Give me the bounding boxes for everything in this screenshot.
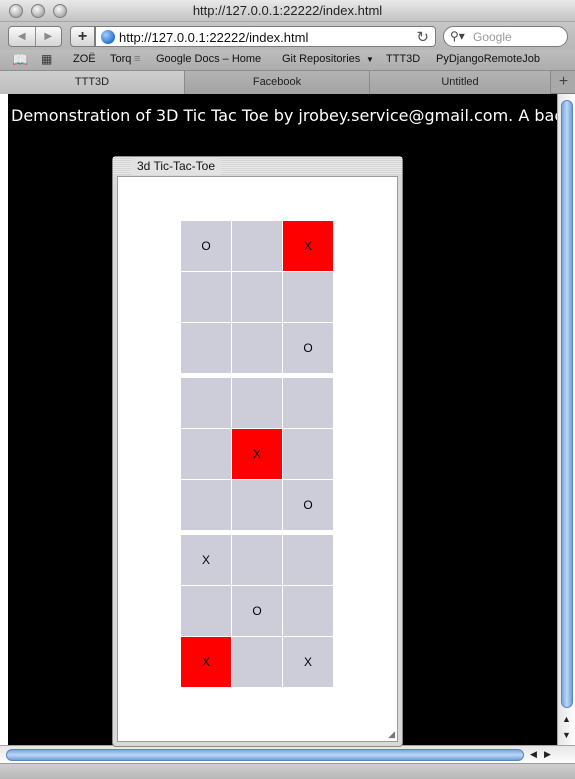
- address-bar[interactable]: http://127.0.0.1:22222/index.html ↻: [95, 26, 436, 47]
- back-button[interactable]: ◀: [9, 27, 36, 46]
- board-level-2: XO: [181, 378, 335, 530]
- board-cell[interactable]: O: [181, 221, 231, 271]
- board-cell[interactable]: [232, 378, 282, 428]
- chevron-down-icon: ▼: [366, 55, 374, 64]
- tab-ttt3d[interactable]: TTT3D: [0, 71, 185, 94]
- board-cell[interactable]: X: [232, 429, 282, 479]
- status-bar: [0, 763, 575, 779]
- tab-bar: TTT3D Facebook Untitled +: [0, 70, 575, 94]
- tab-facebook[interactable]: Facebook: [185, 71, 370, 94]
- forward-button[interactable]: ▶: [36, 27, 62, 46]
- board-cell[interactable]: [232, 480, 282, 530]
- search-input[interactable]: ⚲▾ Google: [443, 26, 568, 47]
- board-cell[interactable]: [181, 586, 231, 636]
- horizontal-scrollbar[interactable]: ◀ ▶: [0, 745, 575, 763]
- search-icon: ⚲▾: [450, 29, 465, 43]
- board-cell[interactable]: O: [283, 480, 333, 530]
- frame-title: 3d Tic-Tac-Toe: [131, 157, 222, 175]
- board-cell[interactable]: [232, 272, 282, 322]
- url-text[interactable]: http://127.0.0.1:22222/index.html: [119, 30, 308, 45]
- board-level-1: O X O: [181, 221, 335, 373]
- scroll-up-icon[interactable]: ▲: [562, 714, 571, 724]
- bookmark-git-repositories[interactable]: Git Repositories: [282, 53, 360, 65]
- forward-arrow-icon: ▶: [44, 31, 53, 42]
- game-internal-frame: 3d Tic-Tac-Toe OXO XO XOXX ◢: [112, 156, 403, 747]
- bookmark-ttt3d[interactable]: TTT3D: [386, 53, 420, 65]
- globe-icon: [101, 30, 115, 44]
- scroll-right-icon[interactable]: ▶: [544, 749, 551, 760]
- board-cell[interactable]: [283, 272, 333, 322]
- board-cell[interactable]: [232, 637, 282, 687]
- board-cell[interactable]: [181, 429, 231, 479]
- frame-title-bar[interactable]: 3d Tic-Tac-Toe: [113, 157, 402, 175]
- board-cell[interactable]: [232, 221, 282, 271]
- resize-grip-icon[interactable]: ◢: [388, 729, 395, 740]
- board-cell[interactable]: [283, 378, 333, 428]
- bookmark-google-docs[interactable]: Google Docs – Home: [156, 53, 261, 65]
- back-arrow-icon: ◀: [17, 31, 26, 42]
- add-bookmark-button[interactable]: +: [70, 26, 95, 47]
- board-cell[interactable]: [283, 586, 333, 636]
- game-board-area: OXO XO XOXX ◢: [117, 176, 398, 742]
- horizontal-scroll-thumb[interactable]: [6, 749, 524, 761]
- page-headline: Demonstration of 3D Tic Tac Toe by jrobe…: [11, 106, 557, 125]
- vertical-scrollbar[interactable]: ▲ ▼: [557, 94, 575, 745]
- reload-icon[interactable]: ↻: [416, 28, 429, 46]
- vertical-scroll-thumb[interactable]: [561, 100, 573, 708]
- board-cell[interactable]: [181, 378, 231, 428]
- scroll-down-icon[interactable]: ▼: [562, 730, 571, 740]
- bookmarks-bar: 📖 ▦ ZOË Torq ≡ Google Docs – Home Git Re…: [0, 50, 575, 70]
- back-forward-group: ◀ ▶: [8, 26, 62, 47]
- board-cell[interactable]: X: [283, 221, 333, 271]
- title-bar: http://127.0.0.1:22222/index.html: [0, 0, 575, 22]
- board-cell[interactable]: [232, 535, 282, 585]
- board-cell[interactable]: X: [181, 637, 231, 687]
- folder-icon: ≡: [134, 53, 141, 65]
- book-icon[interactable]: 📖: [12, 52, 28, 68]
- grid-icon[interactable]: ▦: [41, 52, 52, 66]
- board-cell[interactable]: O: [232, 586, 282, 636]
- navigation-toolbar: ◀ ▶ + http://127.0.0.1:22222/index.html …: [0, 22, 575, 50]
- board-cell[interactable]: X: [283, 637, 333, 687]
- scroll-left-icon[interactable]: ◀: [530, 749, 537, 760]
- search-placeholder: Google: [473, 30, 512, 44]
- bookmark-torq[interactable]: Torq: [110, 53, 131, 65]
- board-cell[interactable]: [181, 272, 231, 322]
- tab-untitled[interactable]: Untitled: [370, 71, 551, 94]
- board-cell[interactable]: [232, 323, 282, 373]
- window-title: http://127.0.0.1:22222/index.html: [192, 3, 383, 18]
- board-cell[interactable]: [283, 429, 333, 479]
- bookmark-pydjangoremotejob[interactable]: PyDjangoRemoteJob: [436, 53, 540, 65]
- board-cell[interactable]: [181, 480, 231, 530]
- board-cell[interactable]: [283, 535, 333, 585]
- browser-window: http://127.0.0.1:22222/index.html ◀ ▶ + …: [0, 0, 575, 779]
- board-cell[interactable]: [181, 323, 231, 373]
- board-cell[interactable]: O: [283, 323, 333, 373]
- new-tab-button[interactable]: +: [552, 71, 575, 94]
- board-cell[interactable]: X: [181, 535, 231, 585]
- board-level-3: XOX X: [181, 535, 335, 687]
- bookmark-zoe[interactable]: ZOË: [73, 53, 96, 65]
